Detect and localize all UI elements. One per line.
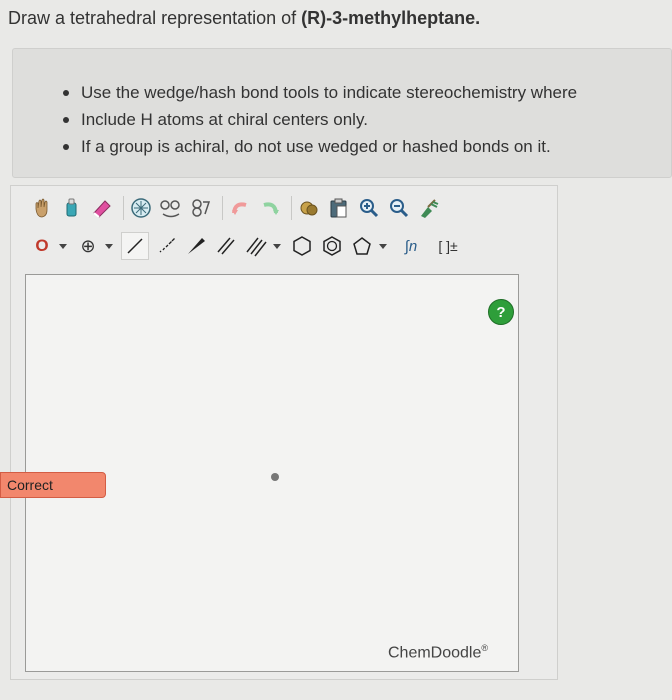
help-icon[interactable]: ? [488,299,514,325]
stereo-label-icon[interactable] [188,195,214,221]
chevron-down-icon[interactable] [105,243,113,249]
instruction-item: If a group is achiral, do not use wedged… [63,133,577,160]
chevron-down-icon[interactable] [273,243,281,249]
question-prefix: Draw a tetrahedral representation of [8,8,302,28]
toolbar-separator [123,196,124,220]
brand-name: ChemDoodle [388,644,482,662]
correct-status-badge: Correct [0,472,106,498]
zoom-in-icon[interactable] [356,195,382,221]
toolbar-row-1 [29,190,446,226]
chevron-down-icon[interactable] [59,243,67,249]
ring-template-icon[interactable] [128,195,154,221]
redo-icon[interactable] [257,195,283,221]
cyclopentane-icon[interactable] [349,233,375,259]
status-label: Correct [7,477,53,493]
wedge-bond-icon[interactable] [183,233,209,259]
chemdoodle-editor: O ⊕ ∫n []± ? ChemDoodle® [10,185,558,680]
charge-symbol: ⊕ [80,235,96,256]
atom-label: O [35,236,49,255]
toolbar-separator [291,196,292,220]
cyclohexane-icon[interactable] [289,233,315,259]
instruction-item: Use the wedge/hash bond tools to indicat… [63,79,577,106]
paste-icon[interactable] [326,195,352,221]
charge-tool[interactable]: ⊕ [75,233,101,259]
hashed-bond-icon[interactable] [153,233,179,259]
benzene-icon[interactable] [319,233,345,259]
toolbar-row-2: O ⊕ ∫n []± [29,228,469,264]
single-bond-tool[interactable] [121,232,149,260]
hand-icon[interactable] [29,195,55,221]
triple-bond-icon[interactable] [243,233,269,259]
question-title: Draw a tetrahedral representation of (R)… [8,8,480,29]
lasso-icon[interactable] [59,195,85,221]
registered-mark: ® [481,643,489,653]
compound-name: (R)-3-methylheptane. [301,8,481,28]
instruction-item: Include H atoms at chiral centers only. [63,106,577,133]
toolbar-separator [222,196,223,220]
bracket-tool[interactable]: [ ]± [431,233,465,259]
canvas-center-dot [271,473,279,481]
template-tool[interactable]: ∫n [395,233,427,259]
double-bond-icon[interactable] [213,233,239,259]
instructions-list: Use the wedge/hash bond tools to indicat… [63,79,577,160]
atom-label-tool[interactable]: O [29,233,55,259]
chevron-down-icon[interactable] [379,243,387,249]
clear-icon[interactable] [416,195,442,221]
undo-icon[interactable] [227,195,253,221]
copy-icon[interactable] [296,195,322,221]
help-label: ? [496,303,506,321]
instructions-box: Use the wedge/hash bond tools to indicat… [12,48,672,178]
clean-structure-icon[interactable] [158,195,184,221]
eraser-icon[interactable] [89,195,115,221]
chemdoodle-brand: ChemDoodle® [388,643,488,662]
bracket-label: [ ]± [438,238,458,254]
template-label: ∫n [404,237,418,255]
zoom-out-icon[interactable] [386,195,412,221]
